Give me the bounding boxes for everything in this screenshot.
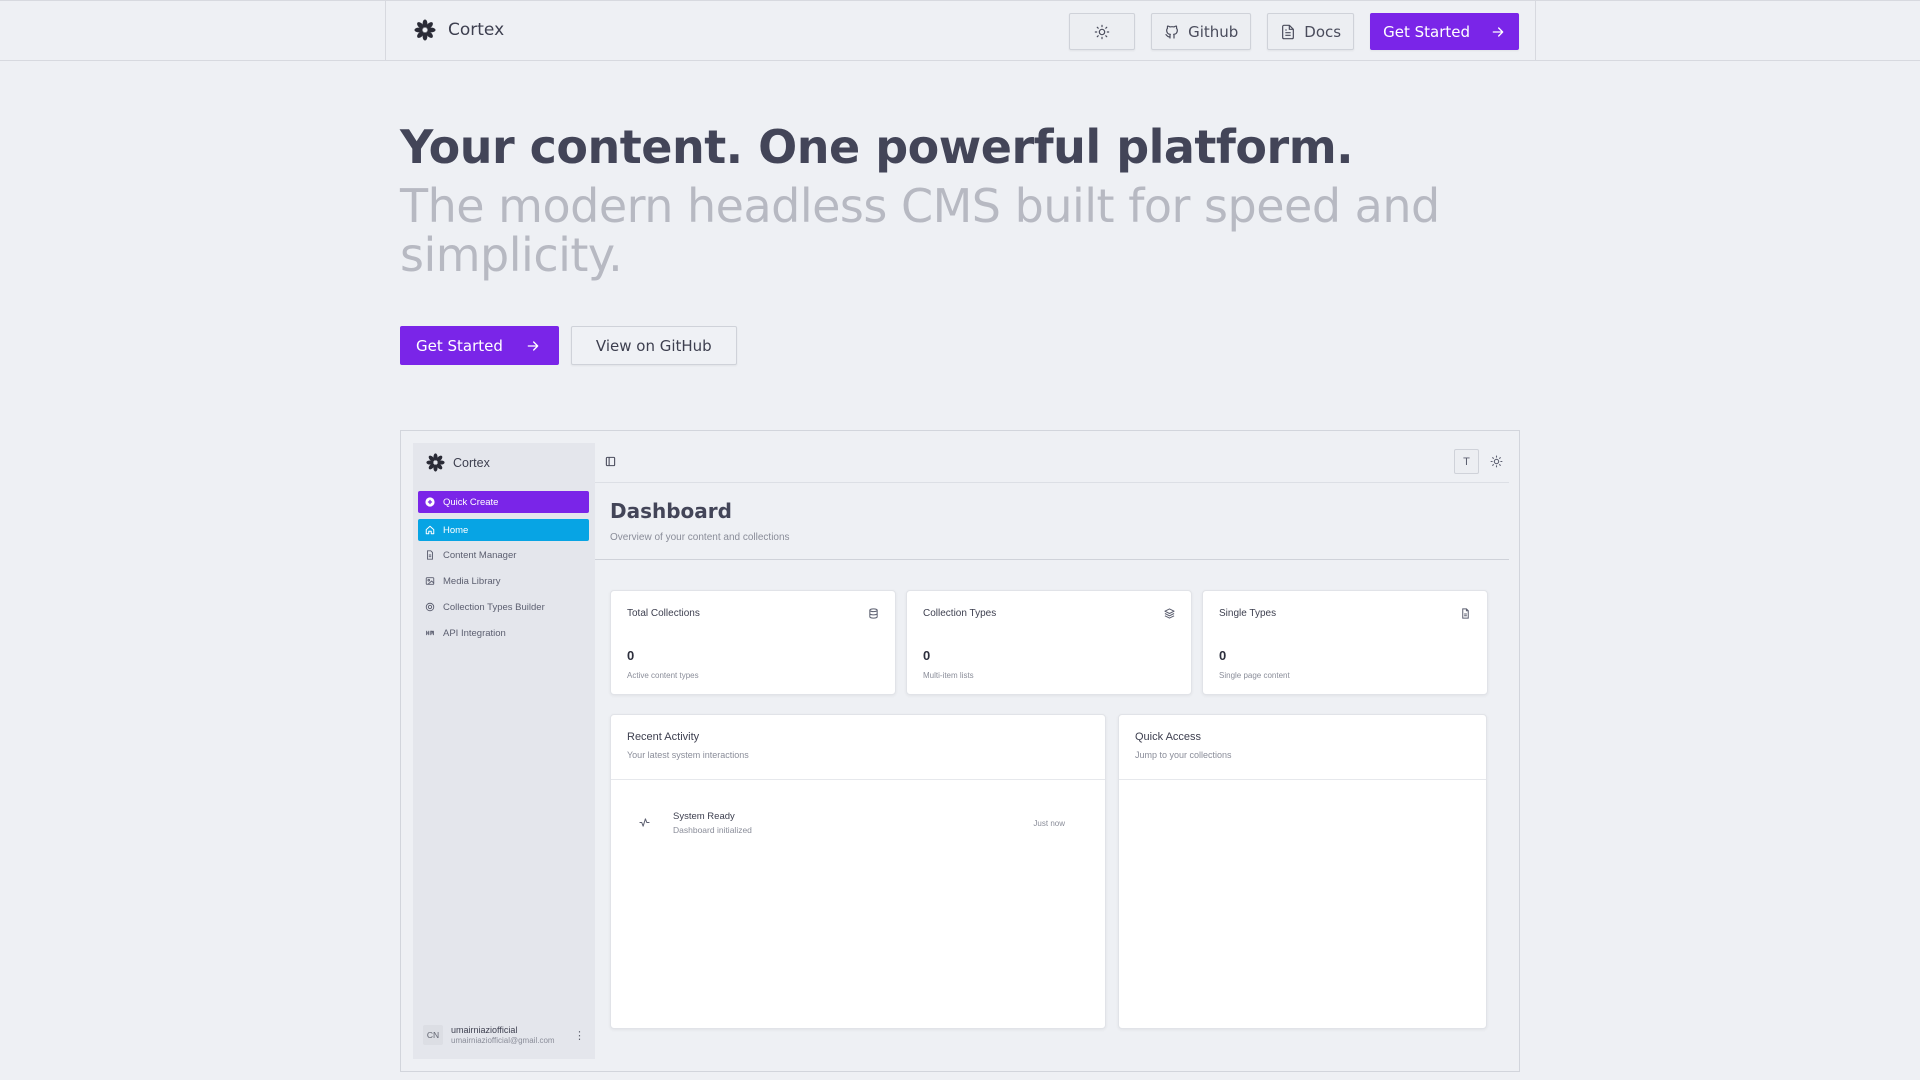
hero-get-started-label: Get Started bbox=[416, 336, 503, 355]
sidebar-item-quick-create[interactable]: Quick Create bbox=[418, 491, 589, 513]
stat-value: 0 bbox=[1219, 648, 1227, 663]
stat-title: Collection Types bbox=[923, 608, 997, 619]
sun-icon bbox=[1094, 24, 1110, 39]
arrow-right-icon bbox=[527, 340, 539, 351]
database-icon bbox=[869, 608, 878, 619]
stat-desc: Multi-item lists bbox=[923, 671, 974, 680]
card-title: Recent Activity bbox=[627, 731, 700, 743]
dashboard-title: Dashboard bbox=[610, 499, 732, 523]
dashboard-preview: Cortex Quick Create Home Content Manager… bbox=[400, 430, 1520, 1072]
card-divider bbox=[611, 779, 1105, 780]
file-icon bbox=[1462, 608, 1469, 619]
sidebar-item-home[interactable]: Home bbox=[418, 519, 589, 541]
sun-icon bbox=[1490, 455, 1503, 468]
preview-theme-toggle-button[interactable] bbox=[1484, 449, 1509, 474]
brand-logo[interactable]: Cortex bbox=[414, 19, 504, 41]
stat-card-single-types: Single Types 0 Single page content bbox=[1202, 590, 1488, 695]
stat-title: Total Collections bbox=[627, 608, 700, 619]
card-divider bbox=[1119, 779, 1486, 780]
hero-headline: Your content. One powerful platform. bbox=[400, 120, 1354, 174]
hero-get-started-button[interactable]: Get Started bbox=[400, 326, 559, 365]
file-icon bbox=[427, 550, 433, 560]
plus-circle-icon bbox=[425, 497, 435, 507]
sidebar-item-label: Quick Create bbox=[443, 496, 499, 508]
brand-name: Cortex bbox=[448, 20, 505, 40]
preview-main: T Dashboard Overview of your content and… bbox=[595, 443, 1509, 1059]
flower-logo-icon bbox=[414, 19, 436, 41]
stat-desc: Single page content bbox=[1219, 671, 1290, 680]
github-button[interactable]: Github bbox=[1151, 13, 1252, 50]
stat-value: 0 bbox=[627, 648, 635, 663]
nav-get-started-label: Get Started bbox=[1383, 22, 1470, 41]
sidebar-item-label: Media Library bbox=[443, 575, 501, 587]
flower-logo-icon bbox=[426, 453, 445, 472]
stat-card-total-collections: Total Collections 0 Active content types bbox=[610, 590, 896, 695]
stat-card-collection-types: Collection Types 0 Multi-item lists bbox=[906, 590, 1192, 695]
hero-subline: The modern headless CMS built for speed … bbox=[400, 179, 1440, 282]
activity-time: Just now bbox=[1033, 819, 1065, 828]
docs-button[interactable]: Docs bbox=[1267, 13, 1355, 50]
card-subtitle: Jump to your collections bbox=[1135, 750, 1232, 760]
avatar: CN bbox=[423, 1025, 443, 1045]
activity-icon bbox=[639, 818, 650, 827]
user-email: umairniaziofficial@gmail.com bbox=[451, 1036, 555, 1045]
stat-title: Single Types bbox=[1219, 608, 1277, 619]
preview-sidebar: Cortex Quick Create Home Content Manager… bbox=[413, 443, 595, 1059]
link-icon bbox=[426, 630, 434, 636]
sidebar-item-media-library[interactable]: Media Library bbox=[418, 570, 589, 592]
stat-desc: Active content types bbox=[627, 671, 699, 680]
view-on-github-button[interactable]: View on GitHub bbox=[570, 326, 737, 365]
sidebar-item-collection-types-builder[interactable]: Collection Types Builder bbox=[418, 596, 589, 618]
sidebar-item-label: API Integration bbox=[443, 627, 506, 639]
hero-section: Your content. One powerful platform. The… bbox=[400, 120, 1500, 280]
home-icon bbox=[425, 525, 435, 535]
quick-access-card: Quick Access Jump to your collections bbox=[1118, 714, 1487, 1029]
hero-cta-group: Get Started View on GitHub bbox=[400, 326, 737, 365]
sidebar-item-content-manager[interactable]: Content Manager bbox=[418, 544, 589, 566]
sidebar-item-label: Collection Types Builder bbox=[443, 601, 545, 613]
more-vertical-icon[interactable]: ⋮ bbox=[574, 1029, 585, 1042]
sidebar-item-label: Home bbox=[443, 524, 469, 536]
document-icon bbox=[1282, 24, 1295, 39]
card-title: Quick Access bbox=[1135, 731, 1202, 743]
docs-label: Docs bbox=[1304, 22, 1342, 41]
user-profile[interactable]: CN umairniaziofficial umairniaziofficial… bbox=[423, 1019, 585, 1051]
font-toggle-button[interactable]: T bbox=[1454, 449, 1479, 474]
settings-icon bbox=[425, 602, 435, 612]
dashboard-divider bbox=[595, 559, 1509, 560]
activity-desc: Dashboard initialized bbox=[673, 825, 752, 835]
layers-icon bbox=[1164, 608, 1175, 619]
sidebar-brand[interactable]: Cortex bbox=[426, 453, 490, 472]
activity-title: System Ready bbox=[673, 811, 735, 822]
navbar-container: Cortex Github Docs Get Started bbox=[385, 1, 1536, 61]
arrow-right-icon bbox=[1492, 26, 1504, 37]
sidebar-toggle-icon[interactable] bbox=[605, 456, 616, 467]
sidebar-item-api-integration[interactable]: API Integration bbox=[418, 622, 589, 644]
github-icon bbox=[1165, 24, 1179, 39]
sidebar-brand-name: Cortex bbox=[453, 455, 490, 470]
recent-activity-card: Recent Activity Your latest system inter… bbox=[610, 714, 1106, 1029]
card-subtitle: Your latest system interactions bbox=[627, 750, 749, 760]
dashboard-subtitle: Overview of your content and collections bbox=[610, 532, 790, 543]
nav-get-started-button[interactable]: Get Started bbox=[1370, 13, 1519, 50]
theme-toggle-button[interactable] bbox=[1069, 13, 1136, 50]
preview-topbar: T bbox=[595, 443, 1509, 483]
sidebar-item-label: Content Manager bbox=[443, 549, 517, 561]
view-on-github-label: View on GitHub bbox=[595, 336, 712, 355]
stat-value: 0 bbox=[923, 648, 931, 663]
top-navbar: Cortex Github Docs Get Started bbox=[0, 0, 1920, 61]
image-icon bbox=[425, 577, 435, 585]
user-name: umairniaziofficial bbox=[451, 1025, 518, 1035]
github-label: Github bbox=[1188, 22, 1239, 41]
